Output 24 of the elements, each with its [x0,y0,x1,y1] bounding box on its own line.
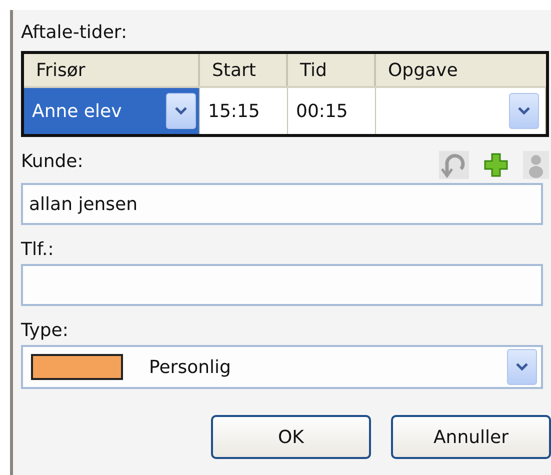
field-label: Tlf.: [21,239,54,260]
column-header[interactable]: Opgave [376,54,546,86]
dropdown-button[interactable] [166,93,196,129]
customer-field[interactable]: allan jensen [21,183,543,225]
table-cell: 00:15 [288,88,376,134]
column-header[interactable]: Tid [288,54,376,86]
field-label: Type: [21,320,68,341]
type-dropdown[interactable]: Personlig [21,345,543,389]
field-label: Aftale-tider: [21,22,128,43]
field-label: Kunde: [21,151,84,172]
table-cell: 15:15 [200,88,288,134]
chevron-down-icon [518,107,530,115]
chevron-down-icon [516,363,528,371]
dropdown-button[interactable] [507,349,537,385]
ok-button[interactable]: OK [211,415,371,459]
undo-icon[interactable] [439,151,469,179]
chevron-down-icon [175,107,187,115]
hairdresser-dropdown[interactable]: Anne elev [24,88,200,134]
column-header[interactable]: Frisør [24,54,200,86]
column-header[interactable]: Start [200,54,288,86]
phone-field[interactable] [21,264,543,306]
add-icon[interactable] [483,152,509,178]
cancel-button[interactable]: Annuller [391,415,551,459]
dropdown-button[interactable] [509,93,539,129]
